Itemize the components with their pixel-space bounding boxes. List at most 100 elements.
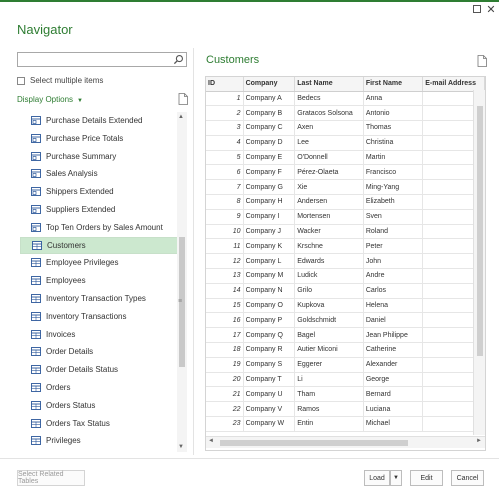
navigator-title: Navigator bbox=[17, 22, 73, 37]
list-item[interactable]: Employees bbox=[20, 272, 178, 289]
list-item-label: Purchase Details Extended bbox=[46, 116, 143, 125]
table-cell: Company M bbox=[243, 268, 296, 284]
table-row: 11Company KKrschnePeter... bbox=[206, 238, 485, 255]
table-row: 2Company BGratacos SolsonaAntonio... bbox=[206, 105, 485, 122]
footer-divider bbox=[0, 458, 499, 459]
table-cell: John bbox=[363, 253, 424, 270]
list-item[interactable]: Sales Analysis bbox=[20, 165, 178, 182]
list-item[interactable]: Orders Status bbox=[20, 397, 178, 414]
table-row: 18Company RAutier MiconiCatherine... bbox=[206, 342, 485, 358]
table-cell: Kupkova bbox=[294, 298, 364, 314]
table-cell: George bbox=[363, 372, 424, 388]
table-cell: Company T bbox=[243, 372, 296, 388]
table-cell: 19 bbox=[206, 357, 244, 373]
table-cell: Company U bbox=[243, 386, 296, 403]
table-cell: Ming-Yang bbox=[363, 179, 424, 196]
grid-horizontal-scrollbar[interactable]: ◄ ► bbox=[206, 436, 485, 448]
list-item-label: Inventory Transaction Types bbox=[46, 294, 146, 303]
list-item-label: Invoices bbox=[46, 329, 76, 339]
table-icon bbox=[31, 365, 41, 375]
table-cell: 11 bbox=[206, 238, 244, 255]
table-row: 7Company GXieMing-Yang... bbox=[206, 179, 485, 196]
select-multiple-row[interactable]: Select multiple items bbox=[17, 76, 103, 85]
table-cell: Grilo bbox=[294, 283, 364, 299]
close-button[interactable]: ✕ bbox=[485, 4, 497, 16]
list-item[interactable]: Purchase Summary bbox=[20, 148, 178, 165]
scroll-down-icon[interactable]: ▼ bbox=[178, 444, 184, 450]
list-item[interactable]: Order Details Status bbox=[20, 361, 178, 378]
column-header[interactable]: First Name bbox=[363, 77, 424, 92]
table-cell: 1 bbox=[206, 91, 244, 107]
list-item[interactable]: Shippers Extended bbox=[20, 183, 178, 200]
table-cell: 18 bbox=[206, 342, 244, 358]
list-item[interactable]: Top Ten Orders by Sales Amount bbox=[20, 219, 178, 236]
table-cell: Company D bbox=[243, 135, 296, 151]
list-item-label: Inventory Transactions bbox=[46, 311, 127, 321]
table-cell: Alexander bbox=[363, 357, 424, 373]
column-header[interactable]: E-mail Address bbox=[422, 77, 485, 92]
table-row: 5Company EO'DonnellMartin... bbox=[206, 150, 485, 166]
list-item[interactable]: Inventory Transaction Types bbox=[20, 290, 178, 307]
list-item[interactable]: Order Details bbox=[20, 343, 178, 360]
table-row: 12Company LEdwardsJohn... bbox=[206, 253, 485, 270]
column-header[interactable]: Company bbox=[243, 77, 296, 92]
scroll-left-icon[interactable]: ◄ bbox=[208, 438, 214, 444]
load-dropdown-button[interactable]: ▼ bbox=[390, 470, 402, 486]
table-cell: Company B bbox=[243, 105, 296, 122]
table-cell: Martin bbox=[363, 150, 424, 166]
list-item[interactable]: Employee Privileges bbox=[20, 254, 178, 271]
display-options-dropdown[interactable]: Display Options ▼ bbox=[17, 95, 83, 104]
refresh-page-icon[interactable] bbox=[178, 93, 188, 105]
table-icon bbox=[31, 418, 41, 428]
table-cell: Ramos bbox=[294, 401, 364, 418]
column-header[interactable]: ID bbox=[206, 77, 244, 92]
scrollbar-thumb[interactable] bbox=[220, 440, 408, 446]
navigator-scrollbar[interactable]: ▲ ≡ ▼ bbox=[177, 112, 187, 452]
table-cell: 7 bbox=[206, 179, 244, 196]
table-cell: Company J bbox=[243, 224, 296, 240]
list-item[interactable]: Purchase Price Totals bbox=[20, 130, 178, 147]
edit-button[interactable]: Edit bbox=[410, 470, 443, 486]
view-icon bbox=[31, 116, 41, 125]
list-item[interactable]: Orders Tax Status bbox=[20, 415, 178, 432]
table-cell: Ludick bbox=[294, 268, 364, 284]
list-item[interactable]: Purchase Details Extended bbox=[20, 112, 178, 129]
pane-divider[interactable] bbox=[193, 48, 194, 455]
search-input[interactable] bbox=[17, 52, 187, 67]
table-row: 22Company VRamosLuciana... bbox=[206, 401, 485, 418]
grid-vertical-scrollbar[interactable] bbox=[473, 90, 485, 435]
list-item-label: Suppliers Extended bbox=[46, 205, 116, 214]
load-button[interactable]: Load bbox=[364, 470, 390, 486]
list-item[interactable]: Invoices bbox=[20, 326, 178, 343]
select-multiple-checkbox[interactable] bbox=[17, 76, 25, 85]
page-icon[interactable] bbox=[477, 55, 487, 67]
list-item-label: Customers bbox=[47, 240, 86, 250]
list-item-label: Purchase Summary bbox=[46, 151, 117, 161]
list-item[interactable]: Customers bbox=[20, 236, 178, 254]
table-cell: 14 bbox=[206, 283, 244, 299]
table-row: 4Company DLeeChristina... bbox=[206, 135, 485, 151]
search-icon[interactable] bbox=[173, 54, 184, 65]
scroll-right-icon[interactable]: ► bbox=[476, 438, 482, 444]
scroll-up-icon[interactable]: ▲ bbox=[178, 114, 184, 120]
cancel-button[interactable]: Cancel bbox=[451, 470, 484, 486]
list-item[interactable]: Inventory Transactions bbox=[20, 308, 178, 325]
list-item[interactable]: Suppliers Extended bbox=[20, 201, 178, 218]
table-row: 16Company PGoldschmidtDaniel... bbox=[206, 312, 485, 329]
view-icon bbox=[31, 151, 41, 161]
list-item-label: Purchase Price Totals bbox=[46, 133, 124, 143]
table-cell: Li bbox=[294, 372, 364, 388]
table-cell: Carlos bbox=[363, 283, 424, 299]
table-cell: 17 bbox=[206, 327, 244, 344]
list-item[interactable]: Orders bbox=[20, 379, 178, 396]
table-cell: Edwards bbox=[294, 253, 364, 270]
maximize-button[interactable] bbox=[471, 4, 483, 16]
scrollbar-thumb[interactable] bbox=[477, 106, 483, 356]
table-cell: Axen bbox=[294, 120, 364, 136]
list-item[interactable]: Privileges bbox=[20, 432, 178, 449]
table-icon bbox=[31, 347, 41, 357]
maximize-icon bbox=[473, 5, 481, 13]
column-header[interactable]: Last Name bbox=[294, 77, 364, 92]
table-cell: 9 bbox=[206, 209, 244, 225]
select-related-tables-button[interactable]: Select Related Tables bbox=[17, 470, 85, 486]
